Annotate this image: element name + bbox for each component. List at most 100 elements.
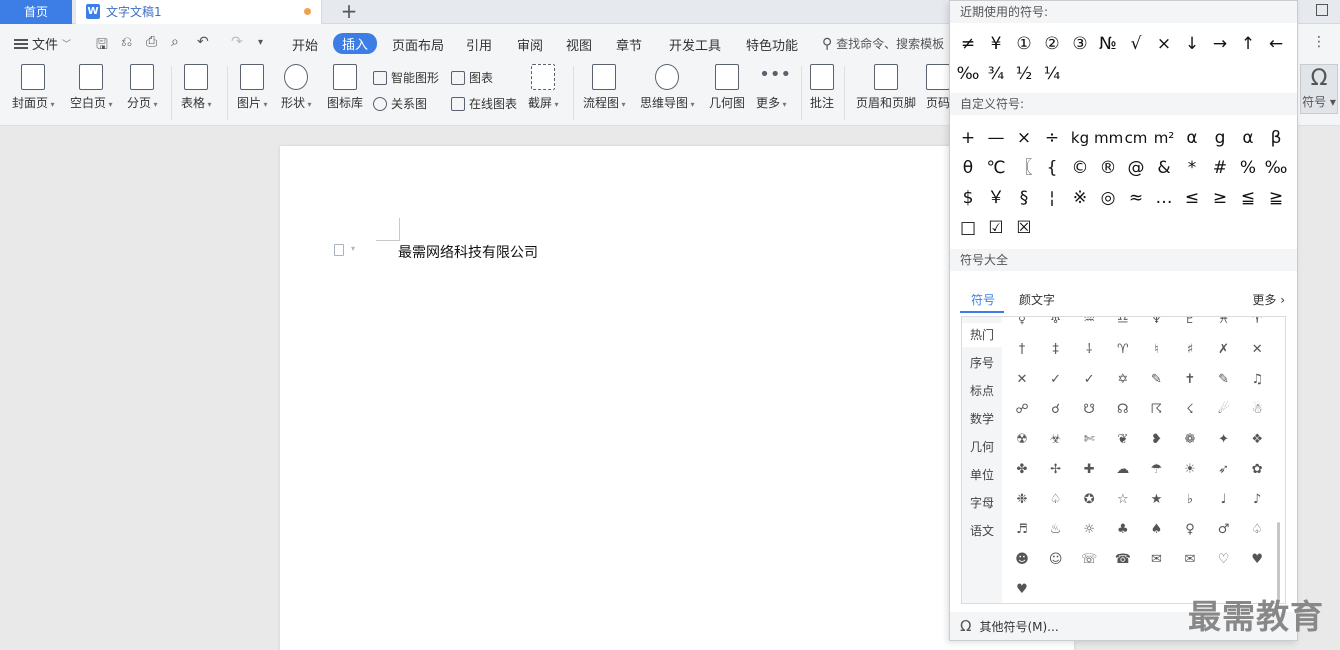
print-preview-icon[interactable]: ⌕ xyxy=(171,34,179,50)
grid-symbol[interactable]: ✚ xyxy=(1074,455,1104,485)
grid-symbol[interactable]: ☏ xyxy=(1074,545,1104,575)
grid-symbol[interactable]: ✄ xyxy=(1074,425,1104,455)
menu-special[interactable]: 特色功能 xyxy=(746,35,798,54)
menu-start[interactable]: 开始 xyxy=(292,35,318,54)
grid-symbol[interactable]: ♅ xyxy=(1041,317,1071,335)
grid-symbol[interactable]: ☿ xyxy=(1007,317,1037,335)
more-vertical-icon[interactable]: ⋮ xyxy=(1312,34,1326,50)
custom-symbol[interactable]: ☒ xyxy=(1010,213,1038,243)
grid-symbol[interactable]: ♪ xyxy=(1242,485,1272,515)
grid-symbol[interactable]: † xyxy=(1007,335,1037,365)
grid-symbol[interactable]: ♩ xyxy=(1209,485,1239,515)
grid-symbol[interactable]: ☺ xyxy=(1041,545,1071,575)
grid-symbol[interactable]: ☀ xyxy=(1175,455,1205,485)
custom-symbol[interactable]: □ xyxy=(954,213,982,243)
screenshot-button[interactable]: 截屏 xyxy=(528,64,559,111)
recent-symbol[interactable]: ¥ xyxy=(982,29,1010,59)
grid-symbol[interactable]: ♤ xyxy=(1242,515,1272,545)
custom-symbol[interactable]: mm xyxy=(1094,123,1123,153)
menu-view[interactable]: 视图 xyxy=(566,35,592,54)
grid-symbol[interactable]: ♀ xyxy=(1175,515,1205,545)
custom-symbol[interactable]: § xyxy=(1010,183,1038,213)
grid-symbol[interactable]: ✦ xyxy=(1209,425,1239,455)
recent-symbol[interactable]: √ xyxy=(1122,29,1150,59)
custom-symbol[interactable]: ≥ xyxy=(1206,183,1234,213)
tab-symbols[interactable]: 符号 xyxy=(971,291,995,308)
grid-symbol[interactable]: ✕ xyxy=(1242,335,1272,365)
recent-symbol[interactable]: № xyxy=(1094,29,1122,59)
flowchart-button[interactable]: 流程图 xyxy=(583,64,626,111)
custom-symbol[interactable]: α xyxy=(1234,123,1262,153)
grid-symbol[interactable]: ☁ xyxy=(1108,455,1138,485)
grid-symbol[interactable]: ✤ xyxy=(1007,455,1037,485)
custom-symbol[interactable]: ® xyxy=(1094,153,1122,183)
symbol-category[interactable]: 数学 xyxy=(962,407,1002,431)
grid-symbol[interactable]: ❉ xyxy=(1007,485,1037,515)
menu-page-layout[interactable]: 页面布局 xyxy=(392,35,444,54)
tab-home[interactable]: 首页 xyxy=(0,0,72,24)
recent-symbol[interactable]: ≠ xyxy=(954,29,982,59)
symbol-category[interactable]: 序号 xyxy=(962,351,1002,375)
shape-button[interactable]: 形状 xyxy=(281,64,312,111)
add-tab-button[interactable]: + xyxy=(338,0,360,24)
grid-symbol[interactable]: ♨ xyxy=(1041,515,1071,545)
relation-chart-button[interactable]: 关系图 xyxy=(373,95,427,112)
header-footer-button[interactable]: 页眉和页脚 xyxy=(856,64,916,111)
grid-symbol[interactable]: ♒ xyxy=(1074,317,1104,335)
comment-button[interactable]: 批注 xyxy=(810,64,834,111)
grid-symbol[interactable]: ☌ xyxy=(1041,395,1071,425)
grid-symbol[interactable]: ☊ xyxy=(1108,395,1138,425)
grid-symbol[interactable]: ⸸ xyxy=(1074,335,1104,365)
recent-symbol[interactable]: ½ xyxy=(1010,59,1038,89)
custom-symbol[interactable]: g xyxy=(1206,123,1234,153)
grid-symbol[interactable]: ♈ xyxy=(1242,317,1272,335)
custom-symbol[interactable]: ‰ xyxy=(1262,153,1290,183)
custom-symbol[interactable]: % xyxy=(1234,153,1262,183)
grid-symbol[interactable]: ☣ xyxy=(1041,425,1071,455)
grid-symbol[interactable]: ‡ xyxy=(1041,335,1071,365)
custom-symbol[interactable]: ☑ xyxy=(982,213,1010,243)
grid-symbol[interactable]: ➶ xyxy=(1209,455,1239,485)
recent-symbol[interactable]: ← xyxy=(1262,29,1290,59)
grid-symbol[interactable]: ✗ xyxy=(1209,335,1239,365)
command-search[interactable]: ⚲ 查找命令、搜索模板 xyxy=(822,35,944,52)
grid-symbol[interactable]: ❥ xyxy=(1141,425,1171,455)
recent-symbol[interactable]: ② xyxy=(1038,29,1066,59)
symbol-category[interactable]: 几何 xyxy=(962,435,1002,459)
custom-symbol[interactable]: ℃ xyxy=(982,153,1010,183)
grid-symbol[interactable]: ☻ xyxy=(1007,545,1037,575)
recent-symbol[interactable]: ↓ xyxy=(1178,29,1206,59)
grid-symbol[interactable]: ☢ xyxy=(1007,425,1037,455)
grid-symbol[interactable]: ☍ xyxy=(1007,395,1037,425)
grid-symbol[interactable]: ☃ xyxy=(1242,395,1272,425)
chevron-down-icon[interactable]: ▾ xyxy=(351,244,355,253)
more-button[interactable]: ••• 更多 xyxy=(756,64,791,111)
grid-symbol[interactable]: ♫ xyxy=(1242,365,1272,395)
custom-symbol[interactable]: α xyxy=(1178,123,1206,153)
redo-icon[interactable]: ↷ xyxy=(231,34,243,50)
custom-symbol[interactable]: … xyxy=(1150,183,1178,213)
custom-symbol[interactable]: ≦ xyxy=(1234,183,1262,213)
smartart-button[interactable]: 智能图形 xyxy=(373,69,439,86)
grid-symbol[interactable]: ✕ xyxy=(1007,365,1037,395)
grid-symbol[interactable]: ✎ xyxy=(1209,365,1239,395)
grid-symbol[interactable]: ✿ xyxy=(1242,455,1272,485)
menu-references[interactable]: 引用 xyxy=(466,35,492,54)
tab-document[interactable]: W 文字文稿1 xyxy=(76,0,322,24)
custom-symbol[interactable]: # xyxy=(1206,153,1234,183)
grid-symbol[interactable]: ♮ xyxy=(1141,335,1171,365)
grid-symbol[interactable]: ✢ xyxy=(1041,455,1071,485)
grid-symbol[interactable]: ✓ xyxy=(1074,365,1104,395)
picture-button[interactable]: 图片 xyxy=(237,64,268,111)
menu-developer[interactable]: 开发工具 xyxy=(669,35,721,54)
custom-symbol[interactable]: { xyxy=(1038,153,1066,183)
grid-symbol[interactable]: ♥ xyxy=(1007,575,1037,603)
table-button[interactable]: 表格 xyxy=(181,64,212,111)
custom-symbol[interactable]: * xyxy=(1178,153,1206,183)
custom-symbol[interactable]: ￥ xyxy=(982,183,1010,213)
geometry-button[interactable]: 几何图 xyxy=(709,64,745,111)
grid-symbol[interactable]: ✎ xyxy=(1141,365,1171,395)
save-icon[interactable]: 🖫 xyxy=(96,34,108,58)
grid-symbol[interactable]: ♇ xyxy=(1175,317,1205,335)
custom-symbol[interactable]: $ xyxy=(954,183,982,213)
